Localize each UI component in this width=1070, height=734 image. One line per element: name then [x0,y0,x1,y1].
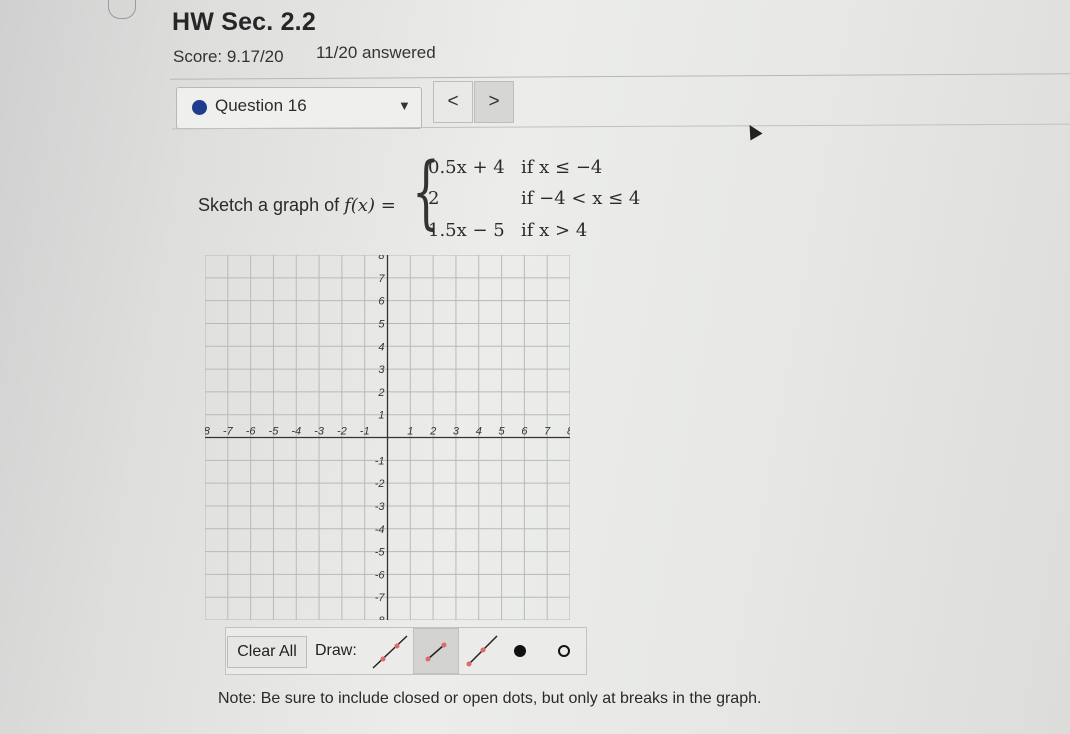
piece-1-cond: if x ≤ −4 [521,157,603,178]
piece-2-cond: if −4 < x ≤ 4 [521,188,641,209]
closed-dot-tool-button[interactable] [497,628,543,674]
x-tick-label: -1 [360,426,370,438]
x-tick-label: -4 [291,426,301,438]
question-prompt: Sketch a graph of f(x) = [198,195,396,216]
x-tick-label: -3 [314,426,325,438]
prompt-text: Sketch a graph of [198,195,340,215]
y-tick-label: -7 [375,592,386,604]
line-tool-button[interactable] [367,628,413,674]
y-tick-label: -6 [375,569,386,581]
y-tick-label: 2 [377,387,384,399]
y-tick-label: -3 [375,501,386,513]
divider [170,73,1070,80]
open-dot-icon [558,645,570,657]
x-tick-label: 3 [453,426,460,438]
note-text: Note: Be sure to include closed or open … [218,690,762,707]
x-tick-label: 6 [521,426,528,438]
function-lhs: f(x) = [344,195,396,216]
closed-dot-icon [514,645,526,657]
y-tick-label: 1 [378,410,384,422]
open-dot-tool-button[interactable] [541,628,587,674]
assignment-title: HW Sec. 2.2 [172,8,316,36]
y-tick-label: -2 [375,478,385,490]
x-tick-label: 4 [476,426,482,438]
piece-3-expr: 1.5x − 5 [428,220,505,241]
y-tick-label: -8 [375,615,386,620]
x-tick-label: 1 [407,426,413,438]
x-tick-label: -8 [205,426,211,438]
piece-3-cond: if x > 4 [521,220,588,241]
answered-count: 11/20 answered [316,43,436,62]
draw-label: Draw: [315,642,357,659]
y-tick-label: 7 [378,273,385,285]
x-tick-label: -2 [337,426,347,438]
y-tick-label: 6 [378,296,385,308]
next-question-button[interactable]: > [474,81,514,123]
clear-all-button[interactable]: Clear All [227,636,307,668]
y-tick-label: 4 [378,341,384,353]
chevron-down-icon[interactable]: ▼ [398,98,411,113]
question-status-dot-icon [192,100,207,115]
x-tick-label: 5 [499,426,506,438]
x-tick-label: -6 [246,426,257,438]
y-tick-label: 8 [378,255,385,262]
segment-tool-button[interactable] [413,628,459,674]
y-tick-label: -5 [375,547,386,559]
previous-question-button[interactable]: < [433,81,473,123]
piece-1-expr: 0.5x + 4 [428,157,505,178]
x-tick-label: -5 [269,426,280,438]
y-tick-label: -4 [375,524,385,536]
coordinate-grid[interactable]: -8 -7 -6 -5 -4 -3 -2 -1 1 2 3 4 5 6 7 8 8 7 6 5 4 3 2 1 -1 -2 -3 -4… [200,250,574,627]
x-tick-label: 7 [544,426,551,438]
y-tick-label: 5 [378,318,385,330]
x-tick-label: 2 [429,426,436,438]
score-text: Score: 9.17/20 [173,47,284,66]
x-tick-label: -7 [223,426,234,438]
piece-2-expr: 2 [428,188,440,209]
segment-tool-icon [425,642,447,662]
corner-tab [108,0,136,19]
x-tick-label: 8 [567,426,570,438]
line-tool-icon [372,635,408,669]
question-label: Question 16 [215,96,307,115]
y-tick-label: 3 [378,364,385,376]
y-tick-label: -1 [375,455,385,467]
graph-canvas[interactable]: -8 -7 -6 -5 -4 -3 -2 -1 1 2 3 4 5 6 7 8 8 7 6 5 4 3 2 1 -1 -2 -3 -4… [200,250,574,627]
